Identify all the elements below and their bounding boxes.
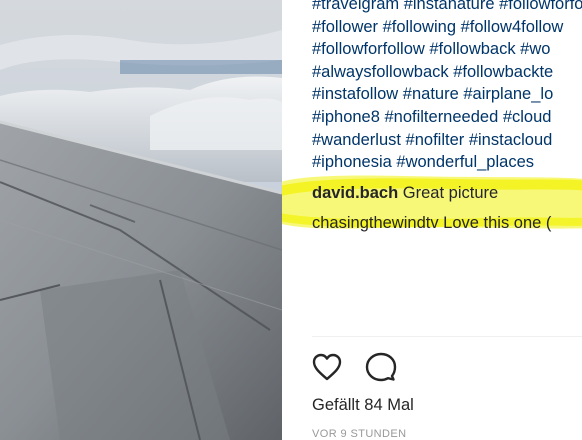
comment: chasingthewindtv Love this one ( [312, 214, 551, 233]
comment-text: Great picture [402, 184, 499, 202]
comment: david.bach Great picture [312, 184, 498, 203]
hashtag-line[interactable]: #follower #following #follow4follow [312, 16, 582, 39]
comment-username[interactable]: david.bach [312, 184, 398, 202]
heart-icon [312, 353, 342, 381]
hashtag-line[interactable]: #alwaysfollowback #followbackte [312, 61, 582, 84]
hashtag-line[interactable]: #followforfollow #followback #wo [312, 38, 582, 61]
like-count[interactable]: Gefällt 84 Mal [312, 396, 414, 415]
post-photo[interactable] [0, 0, 282, 440]
caption-hashtags: #travelgram #instanature #followforfollo… [312, 0, 582, 174]
post-timestamp: VOR 9 STUNDEN [312, 428, 407, 440]
post-details-panel: #travelgram #instanature #followforfollo… [282, 0, 582, 440]
comment-text: Love this one ( [443, 214, 552, 232]
hashtag-line[interactable]: #instafollow #nature #airplane_lo [312, 83, 582, 106]
hashtag-line[interactable]: #travelgram #instanature #followforfollo… [312, 0, 582, 16]
action-bar [310, 350, 414, 384]
hashtag-line[interactable]: #wanderlust #nofilter #instacloud [312, 129, 582, 152]
speech-bubble-icon [366, 352, 397, 382]
hashtag-line[interactable]: #iphone8 #nofilterneeded #cloud [312, 106, 582, 129]
hashtag-line[interactable]: #iphonesia #wonderful_places [312, 151, 582, 174]
comment-username[interactable]: chasingthewindtv [312, 214, 439, 232]
like-button[interactable] [310, 350, 344, 384]
divider [312, 336, 582, 337]
comment-button[interactable] [364, 350, 398, 384]
